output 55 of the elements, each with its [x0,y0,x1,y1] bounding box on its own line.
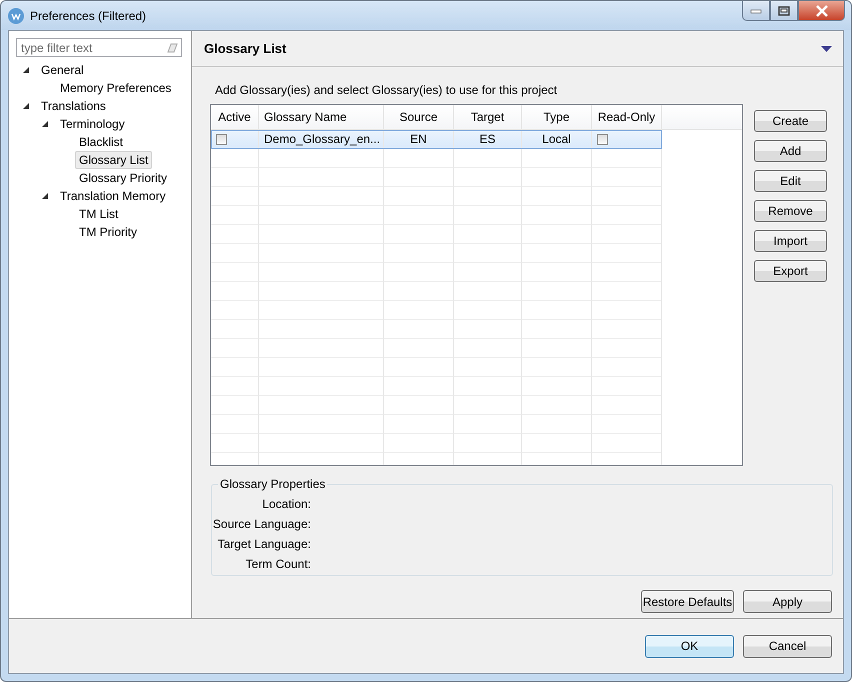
tree-item[interactable]: General [37,61,88,79]
expander-icon[interactable] [41,192,49,200]
column-header[interactable]: Target [454,105,522,129]
restore-defaults-button[interactable]: Restore Defaults [641,590,734,613]
expander-icon[interactable] [22,66,30,74]
table-action-button[interactable]: Remove [754,200,827,222]
maximize-button[interactable] [770,1,798,21]
property-label: Location: [261,496,311,513]
close-button[interactable] [798,1,845,21]
filter-field[interactable]: type filter text [16,38,182,57]
tree-item[interactable]: Glossary List [75,151,152,169]
property-label: Source Language: [212,516,311,533]
maximize-icon [778,6,790,16]
checkbox[interactable] [216,134,227,144]
tree-item[interactable]: TM Priority [75,223,141,241]
page-title: Glossary List [204,41,286,56]
apply-button[interactable]: Apply [743,590,832,613]
description-text: Add Glossary(ies) and select Glossary(ies) to use for this project [215,83,558,97]
table-row[interactable]: Demo_Glossary_en... EN ES Local [211,130,662,149]
dialog-button[interactable]: Cancel [743,634,832,658]
expander-icon[interactable] [22,102,30,110]
tree-item[interactable]: Translations [37,97,110,115]
tree-item[interactable]: Translation Memory [56,187,170,205]
tree-item[interactable]: Blacklist [75,133,128,151]
app-icon [8,8,24,24]
group-title: Glossary Properties [218,477,328,491]
table-cell: Demo_Glossary_en... [259,130,384,149]
table-action-button[interactable]: Import [754,230,827,252]
tree-item[interactable]: TM List [75,205,122,223]
table-cell: EN [384,130,454,149]
column-header[interactable]: Glossary Name [259,105,384,129]
tree-item[interactable]: Terminology [56,115,129,133]
minimize-button[interactable] [742,1,770,21]
expander-icon[interactable] [41,120,49,128]
eraser-icon [166,41,178,53]
minimize-icon [750,8,762,14]
dialog-button[interactable]: OK [645,634,734,658]
table-cell: Local [522,130,592,149]
close-icon [814,4,828,16]
dropdown-icon[interactable] [821,46,832,52]
tree-item[interactable]: Memory Preferences [56,79,176,97]
table-action-button[interactable]: Export [754,260,827,282]
column-header[interactable]: Source [384,105,454,129]
column-header[interactable]: Active [211,105,259,129]
property-label: Target Language: [216,536,311,553]
window-title: Preferences (Filtered) [30,8,146,22]
table-cell: ES [454,130,522,149]
tree-item[interactable]: Glossary Priority [75,169,172,187]
checkbox[interactable] [597,134,608,144]
column-header[interactable]: Type [522,105,592,129]
table-action-button[interactable]: Edit [754,170,827,192]
column-header[interactable]: Read-Only [592,105,662,129]
table-action-button[interactable]: Create [754,110,827,132]
table-action-button[interactable]: Add [754,140,827,162]
property-label: Term Count: [244,556,311,573]
